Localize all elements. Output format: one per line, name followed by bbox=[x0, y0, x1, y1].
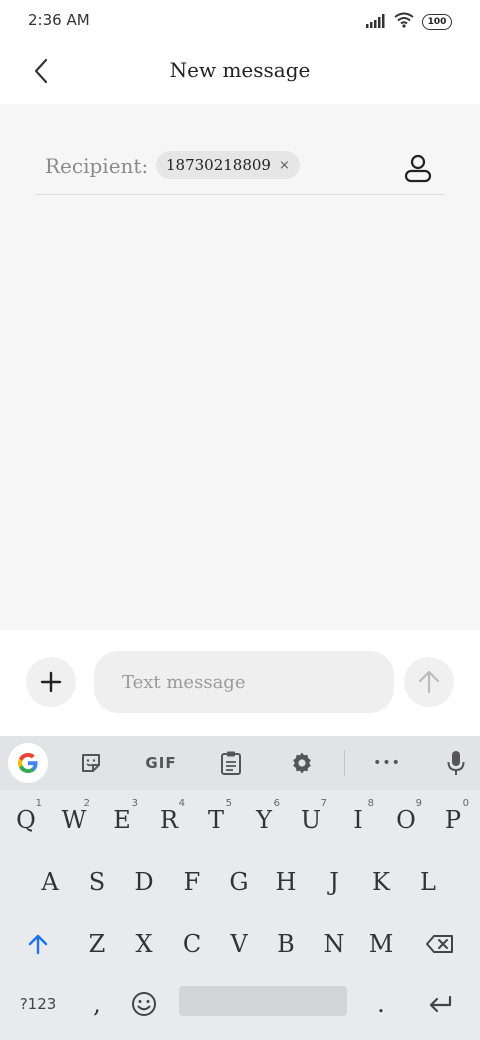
keyboard-toolbar: GIF ••• bbox=[0, 736, 480, 790]
recipient-label: Recipient: bbox=[45, 154, 149, 178]
emoji-icon bbox=[132, 992, 156, 1016]
keyboard-row-4: ?123 , . bbox=[0, 976, 480, 1032]
toolbar-divider bbox=[344, 750, 345, 776]
message-input[interactable] bbox=[94, 651, 394, 713]
contact-picker-button[interactable] bbox=[402, 152, 434, 184]
key-o[interactable]: O9 bbox=[384, 792, 428, 848]
voice-input-button[interactable] bbox=[436, 745, 476, 781]
add-attachment-button[interactable] bbox=[26, 657, 76, 707]
key-m[interactable]: M bbox=[359, 916, 403, 972]
keyboard-row-1: Q1 W2 E3 R4 T5 Y6 U7 I8 O9 P0 bbox=[0, 792, 480, 848]
wifi-icon bbox=[394, 12, 414, 32]
period-key[interactable]: . bbox=[359, 976, 403, 1032]
key-w[interactable]: W2 bbox=[52, 792, 96, 848]
more-icon: ••• bbox=[373, 755, 401, 771]
key-z[interactable]: Z bbox=[75, 916, 119, 972]
status-icons: 100 bbox=[366, 12, 452, 32]
key-c[interactable]: C bbox=[170, 916, 214, 972]
backspace-icon bbox=[426, 935, 453, 953]
key-k[interactable]: K bbox=[359, 854, 403, 910]
google-button[interactable] bbox=[8, 743, 48, 783]
recipient-chip[interactable]: 18730218809 × bbox=[156, 151, 300, 179]
emoji-key[interactable] bbox=[122, 976, 166, 1032]
gear-icon bbox=[293, 752, 311, 774]
battery-icon: 100 bbox=[422, 14, 452, 30]
key-y[interactable]: Y6 bbox=[242, 792, 286, 848]
gif-button[interactable]: GIF bbox=[140, 745, 182, 781]
key-i[interactable]: I8 bbox=[336, 792, 380, 848]
key-l[interactable]: L bbox=[406, 854, 450, 910]
page-title: New message bbox=[169, 58, 311, 82]
key-f[interactable]: F bbox=[170, 854, 214, 910]
microphone-icon bbox=[447, 751, 465, 775]
key-b[interactable]: B bbox=[264, 916, 308, 972]
symbols-key[interactable]: ?123 bbox=[16, 976, 60, 1032]
recipient-chip-value: 18730218809 bbox=[166, 156, 271, 174]
shift-key[interactable] bbox=[16, 916, 60, 972]
keyboard-row-3: Z X C V B N M bbox=[0, 916, 480, 972]
keyboard-row-2: A S D F G H J K L bbox=[0, 854, 480, 910]
enter-arrow-icon bbox=[429, 995, 452, 1013]
composer-bar bbox=[0, 630, 480, 736]
key-x[interactable]: X bbox=[122, 916, 166, 972]
key-q[interactable]: Q1 bbox=[4, 792, 48, 848]
clipboard-icon bbox=[221, 751, 241, 775]
app-bar: New message bbox=[0, 44, 480, 104]
sticker-button[interactable] bbox=[71, 745, 111, 781]
key-u[interactable]: U7 bbox=[289, 792, 333, 848]
shift-arrow-icon bbox=[28, 934, 48, 955]
key-n[interactable]: N bbox=[312, 916, 356, 972]
enter-key[interactable] bbox=[418, 976, 462, 1032]
key-t[interactable]: T5 bbox=[194, 792, 238, 848]
sticker-icon bbox=[82, 754, 100, 772]
key-h[interactable]: H bbox=[264, 854, 308, 910]
key-d[interactable]: D bbox=[122, 854, 166, 910]
key-j[interactable]: J bbox=[312, 854, 356, 910]
more-button[interactable]: ••• bbox=[367, 745, 407, 781]
comma-key[interactable]: , bbox=[75, 976, 119, 1032]
key-r[interactable]: R4 bbox=[147, 792, 191, 848]
signal-icon bbox=[366, 13, 386, 32]
key-e[interactable]: E3 bbox=[100, 792, 144, 848]
clipboard-button[interactable] bbox=[211, 745, 251, 781]
conversation-area: Recipient: 18730218809 × bbox=[0, 104, 480, 630]
status-bar: 2:36 AM 100 bbox=[0, 0, 480, 44]
arrow-up-icon bbox=[418, 670, 440, 694]
remove-recipient-button[interactable]: × bbox=[279, 158, 290, 173]
recipient-row: Recipient: 18730218809 × bbox=[36, 148, 444, 195]
key-v[interactable]: V bbox=[217, 916, 261, 972]
key-p[interactable]: P0 bbox=[431, 792, 475, 848]
space-bar[interactable] bbox=[179, 986, 347, 1016]
key-g[interactable]: G bbox=[217, 854, 261, 910]
gif-label: GIF bbox=[145, 754, 177, 772]
google-icon bbox=[18, 753, 38, 773]
person-icon bbox=[404, 154, 432, 183]
key-s[interactable]: S bbox=[75, 854, 119, 910]
status-time: 2:36 AM bbox=[28, 11, 90, 29]
plus-icon bbox=[40, 671, 62, 693]
send-button[interactable] bbox=[404, 657, 454, 707]
backspace-key[interactable] bbox=[418, 916, 462, 972]
key-a[interactable]: A bbox=[28, 854, 72, 910]
settings-button[interactable] bbox=[282, 745, 322, 781]
keyboard: GIF ••• Q1 W2 E3 R4 T5 Y6 U7 I8 O9 P0 A … bbox=[0, 736, 480, 1040]
